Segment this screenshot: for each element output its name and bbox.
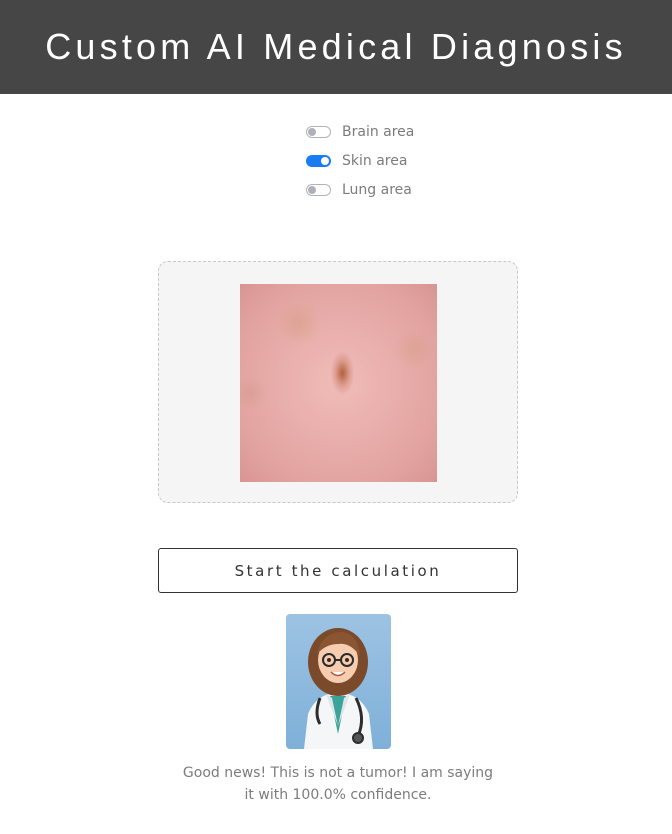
diagnosis-result: Good news! This is not a tumor! I am say…	[166, 762, 510, 806]
area-option-skin[interactable]: Skin area	[306, 146, 414, 175]
start-calculation-button[interactable]: Start the calculation	[158, 548, 518, 593]
area-selector: Brain area Skin area Lung area	[306, 117, 414, 204]
toggle-knob	[321, 156, 329, 165]
skin-area-label: Skin area	[342, 152, 408, 169]
toggle-knob	[308, 185, 316, 194]
uploaded-skin-image	[240, 284, 437, 482]
app-header: Custom AI Medical Diagnosis	[0, 0, 672, 94]
page-title: Custom AI Medical Diagnosis	[45, 26, 627, 67]
doctor-avatar-illustration	[304, 628, 373, 749]
skin-area-toggle[interactable]	[306, 154, 331, 167]
doctor-avatar	[286, 614, 391, 749]
result-line-2: it with 100.0% confidence.	[244, 787, 432, 803]
area-option-lung[interactable]: Lung area	[306, 175, 414, 204]
lung-area-toggle[interactable]	[306, 183, 331, 196]
brain-area-label: Brain area	[342, 123, 415, 140]
area-option-brain[interactable]: Brain area	[306, 117, 414, 146]
result-line-1: Good news! This is not a tumor! I am say…	[182, 765, 494, 781]
brain-area-toggle[interactable]	[306, 125, 331, 138]
image-upload-dropzone[interactable]	[158, 261, 518, 503]
lung-area-label: Lung area	[342, 181, 412, 198]
toggle-knob	[308, 127, 316, 136]
